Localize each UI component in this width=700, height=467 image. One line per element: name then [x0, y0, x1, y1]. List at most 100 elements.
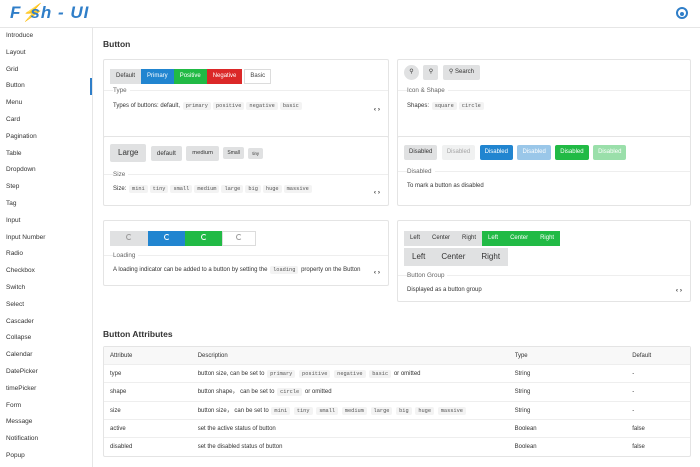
basic-button[interactable]: Basic — [244, 69, 272, 84]
sidebar-item-timepicker[interactable]: timePicker — [0, 381, 92, 398]
sidebar-item-input[interactable]: Input — [0, 213, 92, 230]
disabled-default-button[interactable]: Disabled — [404, 145, 438, 161]
cell-attribute: type — [110, 371, 122, 378]
desc-text: button shape， can be set to — [197, 389, 275, 396]
sidebar-item-datepicker[interactable]: DatePicker — [0, 364, 92, 381]
search-icon: ⚲ — [448, 69, 454, 76]
icon-title: Icon & Shape — [407, 87, 448, 94]
sidebar-item-button[interactable]: Button — [0, 78, 92, 96]
sidebar-item-cascader[interactable]: Cascader — [0, 314, 92, 331]
sidebar-item-collapse[interactable]: Collapse — [0, 330, 92, 347]
group-title: Button Group — [407, 272, 448, 279]
sidebar-item-layout[interactable]: Layout — [0, 45, 92, 62]
code-tag: small — [316, 406, 339, 415]
group-large-right-button[interactable]: Right — [473, 248, 509, 266]
code-tag: positive — [299, 370, 331, 379]
sidebar-item-table[interactable]: Table — [0, 146, 92, 163]
cell-attribute: disabled — [110, 443, 133, 450]
small-button[interactable]: Small — [223, 147, 244, 159]
group-large-center-button[interactable]: Center — [433, 248, 474, 266]
sidebar-item-pagination[interactable]: Pagination — [0, 129, 92, 146]
group-right-button[interactable]: Right — [456, 231, 483, 246]
header-attribute: Attribute — [110, 353, 133, 359]
search-icon-square-button[interactable]: ⚲ — [423, 65, 439, 81]
default-button[interactable]: default — [150, 145, 182, 161]
disabled-primary-button[interactable]: Disabled — [479, 145, 513, 161]
sidebar-item-message[interactable]: Message — [0, 414, 92, 431]
code-toggle-icon[interactable]: ‹ › — [676, 287, 682, 294]
negative-button[interactable]: Negative — [206, 69, 243, 84]
main-content: Button Default Primary Positive Negative Bas… — [93, 28, 700, 467]
code-tag: medium — [341, 406, 367, 415]
loading-basic-button[interactable] — [222, 231, 256, 246]
spinner-icon — [163, 234, 170, 241]
code-tag: tiny — [293, 406, 313, 415]
code-tag: big — [245, 185, 261, 193]
type-title: Type — [113, 87, 130, 94]
positive-button[interactable]: Positive — [173, 69, 207, 84]
loading-card: Loading A loading indicator can be added… — [103, 220, 389, 286]
sidebar-item-card[interactable]: Card — [0, 112, 92, 129]
sidebar-item-introduce[interactable]: Introduce — [0, 28, 92, 45]
sidebar-item-popup[interactable]: Popup — [0, 448, 92, 465]
loading-primary-button[interactable] — [148, 231, 185, 246]
code-tag: large — [370, 406, 393, 415]
group-center-button[interactable]: Center — [426, 231, 457, 246]
code-tag: massive — [283, 185, 312, 193]
sidebar-item-form[interactable]: Form — [0, 398, 92, 415]
code-toggle-icon[interactable]: ‹ › — [374, 106, 380, 113]
tiny-button[interactable]: tiny — [248, 147, 264, 159]
code-tag: positive — [212, 102, 245, 110]
cell-type: Boolean — [514, 425, 537, 432]
attributes-table: Attribute Description Type Default type b… — [103, 346, 691, 458]
loading-title: Loading — [113, 252, 139, 259]
table-row: disabled set the disabled status of butto… — [104, 438, 690, 456]
group-left-button[interactable]: Left — [404, 231, 427, 246]
sidebar-item-radio[interactable]: Radio — [0, 246, 92, 263]
cell-default: - — [632, 371, 635, 378]
code-tag: negative — [246, 102, 278, 110]
code-tag: huge — [415, 406, 435, 415]
spinner-icon — [126, 234, 132, 241]
sidebar-item-calendar[interactable]: Calendar — [0, 347, 92, 364]
type-demo: Default Primary Positive Negative Basic — [110, 64, 272, 84]
sidebar-item-switch[interactable]: Switch — [0, 280, 92, 297]
sidebar-item-select[interactable]: Select — [0, 297, 92, 314]
github-icon[interactable] — [676, 7, 688, 19]
code-tag: basic — [369, 370, 392, 379]
logo-text: sh - UI — [30, 3, 90, 22]
search-button[interactable]: ⚲ Search — [442, 65, 480, 81]
spinner-icon — [236, 234, 242, 241]
type-card: Default Primary Positive Negative Basic Type… — [103, 59, 389, 147]
loading-default-button[interactable] — [110, 231, 148, 246]
desc-text: or omitted — [393, 371, 421, 378]
sidebar-item-dropdown[interactable]: Dropdown — [0, 162, 92, 179]
sidebar-item-checkbox[interactable]: Checkbox — [0, 263, 92, 280]
primary-button[interactable]: Primary — [141, 69, 174, 84]
sidebar-item-menu[interactable]: Menu — [0, 95, 92, 112]
sidebar-item-input-number[interactable]: Input Number — [0, 230, 92, 247]
large-button[interactable]: Large — [110, 144, 147, 162]
default-button[interactable]: Default — [110, 69, 142, 84]
loading-positive-button[interactable] — [185, 231, 222, 246]
medium-button[interactable]: medium — [186, 145, 219, 161]
sidebar-item-tag[interactable]: Tag — [0, 196, 92, 213]
sidebar-item-grid[interactable]: Grid — [0, 62, 92, 79]
code-toggle-icon[interactable]: ‹ › — [374, 189, 380, 196]
logo[interactable]: F⚡sh - UI — [10, 3, 89, 23]
icon-desc: Shapes: square circle — [407, 102, 485, 110]
group-positive-left-button[interactable]: Left — [482, 231, 505, 246]
code-tag: large — [221, 185, 244, 193]
sidebar-item-notification[interactable]: Notification — [0, 431, 92, 448]
group-positive-right-button[interactable]: Right — [534, 231, 561, 246]
cell-default: - — [632, 389, 635, 396]
group-large-left-button[interactable]: Left — [404, 248, 434, 266]
group-positive-center-button[interactable]: Center — [504, 231, 535, 246]
cell-type: String — [514, 407, 531, 414]
search-icon-circle-button[interactable]: ⚲ — [404, 65, 419, 81]
top-bar: F⚡sh - UI — [0, 0, 700, 28]
code-toggle-icon[interactable]: ‹ › — [374, 269, 380, 276]
disabled-positive-button[interactable]: Disabled — [555, 145, 589, 161]
cell-type: String — [514, 389, 531, 396]
sidebar-item-step[interactable]: Step — [0, 179, 92, 196]
